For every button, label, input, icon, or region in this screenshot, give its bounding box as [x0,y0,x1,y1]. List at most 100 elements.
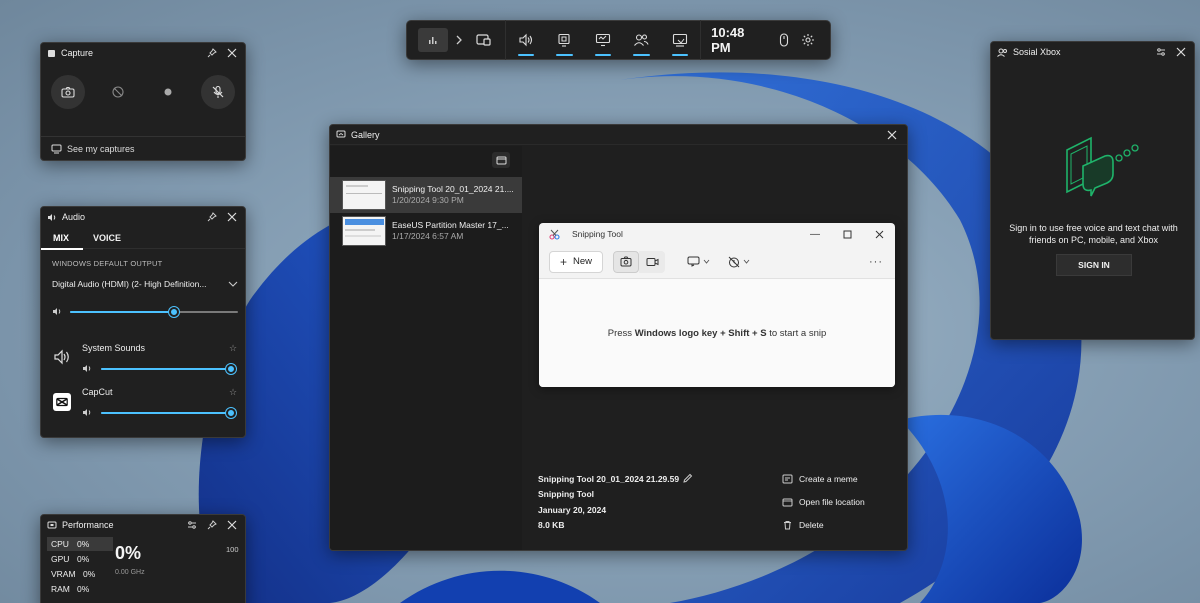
record-last-30s-button[interactable] [101,75,135,109]
gallery-item-name: Snipping Tool 20_01_2024 21.... [392,184,514,194]
game-bar-toolbar: 10:48 PM [406,20,831,60]
resources-widget-button[interactable] [585,20,622,60]
close-button[interactable] [1174,45,1188,59]
system-sounds-volume-thumb[interactable] [226,364,236,374]
snipping-tool-icon [549,229,560,240]
meme-icon [782,474,793,484]
gallery-widget: Gallery Snipping Tool 20_01_2024 21.... … [329,124,908,551]
settings-button[interactable] [795,20,822,60]
friends-icon [634,34,649,46]
sign-in-button[interactable]: SIGN IN [1056,254,1132,276]
mouse-settings-button[interactable] [773,20,795,60]
system-sounds-volume-slider[interactable] [101,364,236,374]
perf-row-ram[interactable]: RAM 0% [47,582,113,596]
capture-app: Snipping Tool [538,489,595,499]
performance-options-button[interactable] [185,518,199,532]
speaker-icon [48,213,56,221]
gallery-icon [336,130,346,138]
pin-button[interactable] [205,518,219,532]
close-button[interactable] [225,518,239,532]
performance-widget-button[interactable] [546,20,583,60]
performance-title: Performance [62,520,114,530]
close-button[interactable] [225,210,239,224]
minimize-icon: — [810,228,820,240]
pin-icon [207,48,217,58]
open-file-location-button[interactable]: Open file location [782,497,865,507]
perf-row-gpu[interactable]: GPU 0% [47,552,113,566]
capture-header: Capture [41,43,245,63]
pin-button[interactable] [205,46,219,60]
capcut-volume-thumb[interactable] [226,408,236,418]
xbox-header: Sosial Xbox [991,42,1194,62]
widget-menu-button[interactable] [415,20,452,60]
close-icon [227,48,237,58]
audio-title: Audio [62,212,86,222]
xbox-social-widget-button[interactable] [623,20,660,60]
gallery-widget-button[interactable] [662,20,699,60]
tab-voice[interactable]: VOICE [93,227,121,249]
start-recording-button[interactable] [151,75,185,109]
master-volume-icon [52,307,62,316]
gear-icon [802,34,815,46]
xbox-social-widget: Sosial Xbox Sign in to use free voice an… [990,41,1195,340]
speaker-small-icon [82,364,92,373]
trash-icon [784,521,791,530]
gallery-icon [51,144,62,153]
capture-widget-button[interactable] [466,20,503,60]
chat-illustration-icon [1061,136,1141,206]
capture-size: 8.0 KB [538,520,565,530]
close-icon [863,230,895,239]
perf-row-cpu[interactable]: CPU 0% [47,537,113,551]
record-last-icon [112,86,124,98]
mic-off-icon [212,85,224,98]
close-button[interactable] [885,128,899,142]
output-section-label: WINDOWS DEFAULT OUTPUT [52,259,163,268]
capcut-volume-slider[interactable] [101,408,236,418]
favorite-star-icon[interactable]: ☆ [229,343,237,354]
favorite-star-icon[interactable]: ☆ [229,387,237,398]
performance-widget: Performance CPU 0% GPU 0% VRAM 0% RAM 0% 0% … [40,514,246,603]
pin-button[interactable] [205,210,219,224]
chevron-right-icon[interactable] [452,20,467,60]
perf-row-vram[interactable]: VRAM 0% [47,567,113,581]
open-folder-button[interactable] [492,152,510,168]
rename-button[interactable] [682,473,693,484]
capture-filename: Snipping Tool 20_01_2024 21.29.59 [538,474,680,484]
folder-icon [496,156,506,164]
camera-icon [61,86,75,98]
tab-mix[interactable]: MIX [41,227,84,250]
output-device-name: Digital Audio (HDMI) (2- High Definition… [52,279,207,289]
monitor-icon [595,33,610,47]
audio-widget-button[interactable] [508,20,545,60]
snip-app-title: Snipping Tool [572,229,623,239]
mic-toggle-button[interactable] [201,75,235,109]
audio-tabs: MIX VOICE [41,227,245,250]
capture-widget: Capture See my captures [40,42,246,161]
perf-frequency: 0.00 GHz [115,569,145,576]
perf-big-value: 0% [115,543,142,563]
see-my-captures-link[interactable]: See my captures [41,136,245,160]
video-icon [639,250,665,273]
master-volume-thumb[interactable] [169,307,180,317]
capture-header-icon [48,49,55,57]
gallery-item-easeus[interactable]: EaseUS Partition Master 17_... 1/17/2024… [330,213,522,249]
output-device-dropdown[interactable]: Digital Audio (HDMI) (2- High Definition… [52,279,238,289]
audio-header: Audio [41,207,245,227]
gallery-item-snipping-tool[interactable]: Snipping Tool 20_01_2024 21.... 1/20/202… [330,177,522,213]
capture-icon [476,34,492,46]
app-name-capcut: CapCut [82,387,113,397]
rectangle-snip-icon [687,256,700,267]
delete-button[interactable]: Delete [782,520,824,530]
sliders-icon [1157,48,1165,56]
master-volume-slider[interactable] [70,307,238,317]
xbox-options-button[interactable] [1154,45,1168,59]
gallery-thumbnail [342,180,386,210]
capture-preview: Snipping Tool — + New ··· Press Windows … [539,223,895,387]
screenshot-button[interactable] [51,75,85,109]
close-icon [887,130,897,139]
close-button[interactable] [225,46,239,60]
perf-max-label: 100 [226,545,239,554]
capture-title: Capture [61,48,94,58]
widget-menu-icon [429,37,437,44]
create-meme-button[interactable]: Create a meme [782,474,858,484]
